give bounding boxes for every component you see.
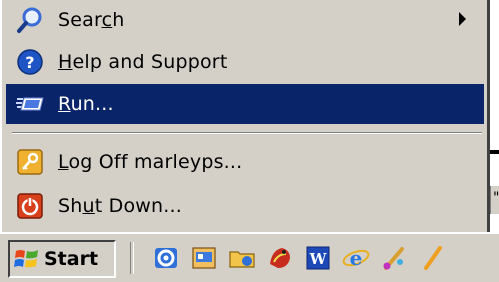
menu-item-logoff[interactable]: Log Off marleyps... <box>6 142 484 182</box>
menu-item-label: Run... <box>58 93 114 115</box>
run-icon <box>16 90 44 118</box>
key-icon <box>16 148 44 176</box>
svg-text:e: e <box>350 246 363 270</box>
svg-text:?: ? <box>25 53 34 72</box>
window-edge <box>490 150 499 154</box>
menu-item-label: Help and Support <box>58 51 228 73</box>
taskbar: Start W e <box>0 232 499 282</box>
outlook-icon[interactable] <box>152 244 180 272</box>
windows-logo-icon <box>14 246 40 272</box>
start-button[interactable]: Start <box>8 240 116 278</box>
start-label: Start <box>44 248 99 270</box>
menu-item-label: Search <box>58 9 125 31</box>
help-icon: ? <box>16 48 44 76</box>
submenu-arrow-icon <box>459 12 466 26</box>
game-icon[interactable] <box>266 244 294 272</box>
menu-edge <box>0 0 2 232</box>
menu-separator <box>12 132 482 134</box>
menu-item-shutdown[interactable]: Shut Down... <box>6 186 484 226</box>
taskbar-separator <box>130 242 134 274</box>
menu-item-label: Shut Down... <box>58 195 183 217</box>
desktop-icon[interactable] <box>190 244 218 272</box>
ie-icon[interactable]: e <box>342 244 370 272</box>
background-window-text: " <box>493 190 499 206</box>
background-window-fragment: " <box>490 186 499 214</box>
folder-icon[interactable] <box>228 244 256 272</box>
search-icon <box>16 6 44 34</box>
power-icon <box>16 192 44 220</box>
menu-item-help[interactable]: ? Help and Support <box>6 42 484 82</box>
menu-item-run[interactable]: Run... <box>6 84 484 124</box>
menu-item-label: Log Off marleyps... <box>58 151 243 173</box>
word-icon[interactable]: W <box>304 244 332 272</box>
start-menu: Search ? Help and Support Run... Log Off… <box>0 0 490 232</box>
menu-item-search[interactable]: Search <box>6 0 484 40</box>
svg-text:W: W <box>309 250 328 268</box>
pencil-icon[interactable] <box>418 244 446 272</box>
paint-icon[interactable] <box>380 244 408 272</box>
